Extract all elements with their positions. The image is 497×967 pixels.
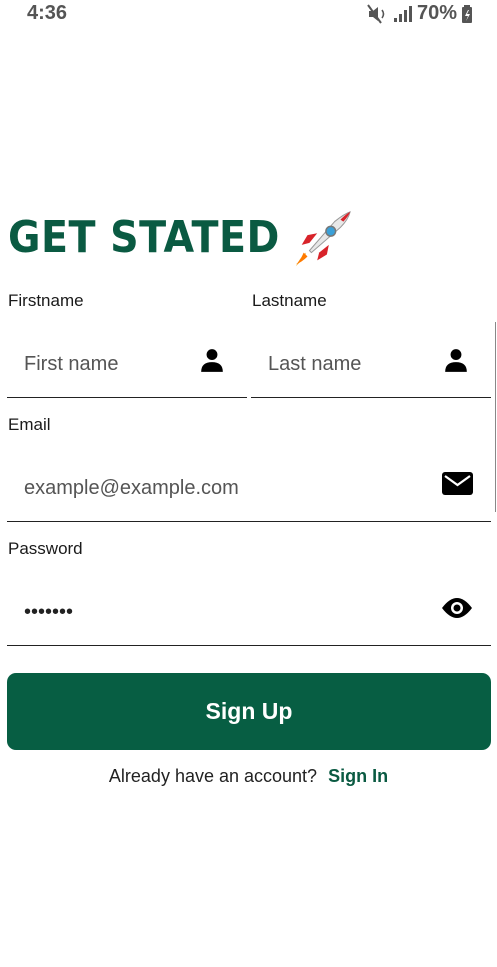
email-input[interactable] [7, 455, 491, 521]
lastname-field [251, 331, 491, 398]
lastname-label: Lastname [252, 291, 327, 310]
firstname-label: Firstname [8, 291, 84, 310]
status-bar: 4:36 70% [0, 0, 497, 26]
title-row: GET STATED [8, 211, 351, 267]
signin-link[interactable]: Sign In [328, 766, 388, 786]
email-field [7, 455, 491, 522]
rocket-icon [295, 211, 351, 267]
signal-icon [393, 5, 412, 22]
account-row: Already have an account? Sign In [0, 766, 497, 787]
status-time: 4:36 [27, 2, 68, 24]
password-input[interactable] [7, 579, 491, 645]
firstname-field [7, 331, 247, 398]
password-label: Password [8, 539, 83, 558]
page-title: GET STATED [8, 212, 280, 263]
person-icon [201, 349, 223, 372]
password-field [7, 579, 491, 646]
signup-button[interactable]: Sign Up [7, 673, 491, 750]
scroll-edge [495, 322, 496, 512]
eye-icon[interactable] [441, 597, 473, 619]
account-prompt: Already have an account? [108, 766, 318, 786]
person-icon [445, 349, 467, 372]
mute-icon [367, 3, 385, 24]
email-label: Email [8, 415, 51, 434]
mail-icon [442, 472, 473, 495]
battery-icon [462, 4, 472, 23]
battery-percent: 70% [416, 2, 457, 24]
status-icons: 70% [367, 2, 473, 25]
